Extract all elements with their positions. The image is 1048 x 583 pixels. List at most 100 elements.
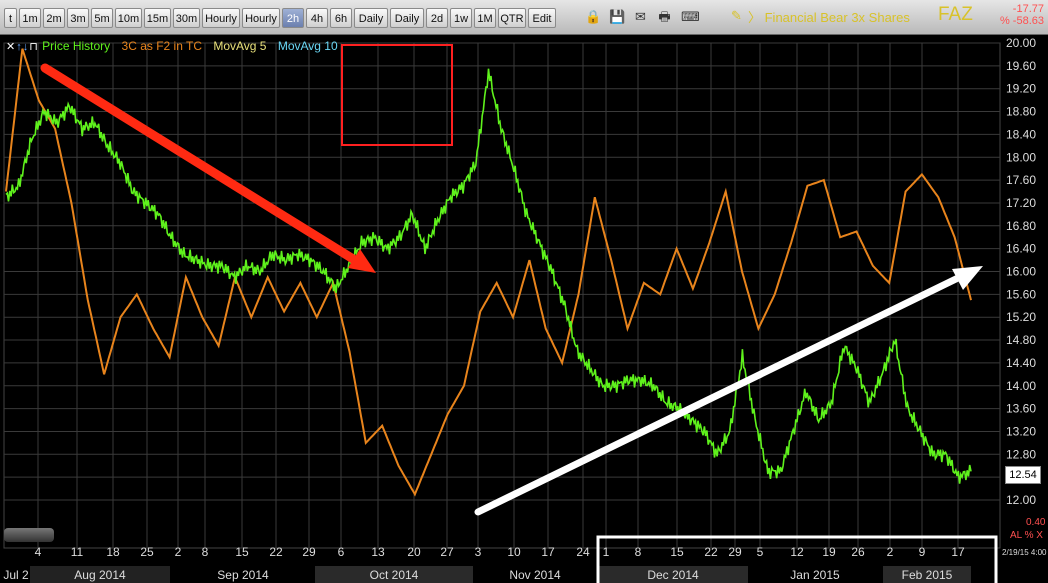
y-tick-label: 13.60 — [1006, 402, 1036, 416]
x-tick-label: 20 — [407, 545, 421, 559]
timeframe-button-12[interactable]: 6h — [330, 8, 352, 28]
timeframe-button-15[interactable]: 2d — [426, 8, 448, 28]
last-price-tag: 12.54 — [1005, 466, 1041, 484]
y-tick-label: 16.80 — [1006, 219, 1036, 233]
y-tick-label: 18.80 — [1006, 105, 1036, 119]
x-tick-label: 12 — [790, 545, 804, 559]
x-tick-label: 4 — [35, 545, 42, 559]
close-icon[interactable]: ✕ — [6, 41, 15, 53]
x-tick-label: 17 — [951, 545, 965, 559]
x-tick-label: 8 — [635, 545, 642, 559]
timeframe-button-13[interactable]: Daily — [354, 8, 388, 28]
month-label: Jul 2 — [3, 568, 29, 582]
y-tick-label: 16.00 — [1006, 265, 1036, 279]
y-tick-label: 13.20 — [1006, 424, 1036, 438]
save-icon[interactable]: 💾 — [609, 10, 625, 24]
instrument-title: 〉 Financial Bear 3x Shares — [748, 10, 910, 25]
timestamp: 2/19/15 4:00 — [1002, 548, 1047, 557]
timeframe-button-4[interactable]: 5m — [91, 8, 113, 28]
timeframe-button-0[interactable]: t — [4, 8, 17, 28]
x-tick-label: 29 — [302, 545, 316, 559]
month-label: Oct 2014 — [370, 568, 419, 582]
month-label: Nov 2014 — [509, 568, 561, 582]
legend-3c-indicator[interactable]: 3C as F2 in TC — [122, 39, 202, 53]
x-tick-label: 19 — [822, 545, 836, 559]
y-tick-label: 12.00 — [1006, 493, 1036, 507]
month-label: Dec 2014 — [647, 568, 699, 582]
keyboard-icon[interactable]: ⌨ — [681, 10, 700, 24]
timeframe-button-11[interactable]: 4h — [306, 8, 328, 28]
timeframe-button-18[interactable]: QTR — [498, 8, 526, 28]
pin-icon[interactable]: ⊓ — [29, 41, 38, 53]
scale-mode-label[interactable]: AL % X — [1010, 530, 1043, 541]
y-tick-label: 15.20 — [1006, 310, 1036, 324]
month-label: Aug 2014 — [74, 568, 126, 582]
x-tick-label: 27 — [440, 545, 454, 559]
y-tick-label: 14.80 — [1006, 333, 1036, 347]
mail-icon[interactable]: ✉ — [633, 10, 648, 24]
timeframe-button-8[interactable]: Hourly — [202, 8, 240, 28]
timeframe-button-19[interactable]: Edit — [528, 8, 556, 28]
x-tick-label: 15 — [670, 545, 684, 559]
month-label: Sep 2014 — [217, 568, 269, 582]
timeframe-button-17[interactable]: 1M — [474, 8, 496, 28]
timeframe-button-14[interactable]: Daily — [390, 8, 424, 28]
timeframe-button-2[interactable]: 2m — [43, 8, 65, 28]
timeframe-button-9[interactable]: Hourly — [242, 8, 280, 28]
x-tick-label: 2 — [175, 545, 182, 559]
y-tick-label: 18.00 — [1006, 150, 1036, 164]
y-tick-label: 19.20 — [1006, 82, 1036, 96]
month-label: Jan 2015 — [790, 568, 840, 582]
x-tick-label: 22 — [269, 545, 283, 559]
change-percent: % -58.63 — [999, 15, 1044, 27]
x-tick-label: 10 — [507, 545, 521, 559]
x-tick-label: 13 — [371, 545, 385, 559]
y-tick-label: 15.60 — [1006, 287, 1036, 301]
change-value: -17.77 — [1012, 3, 1044, 15]
y-tick-label: 17.60 — [1006, 173, 1036, 187]
legend-movavg-5[interactable]: MovAvg 5 — [213, 39, 266, 53]
lock-icon[interactable]: 🔒 — [585, 10, 601, 24]
timeframe-button-10[interactable]: 2h — [282, 8, 304, 28]
x-tick-label: 1 — [603, 545, 610, 559]
timeframe-button-3[interactable]: 3m — [67, 8, 89, 28]
y-tick-label: 18.40 — [1006, 127, 1036, 141]
price-change: -17.77 % -58.63 — [1000, 3, 1044, 27]
arrow-down-icon[interactable]: ↓ — [23, 41, 29, 53]
x-tick-label: 9 — [919, 545, 926, 559]
timeframe-button-7[interactable]: 30m — [173, 8, 200, 28]
x-tick-label: 11 — [71, 545, 84, 559]
y-tick-label: 20.00 — [1006, 36, 1036, 50]
y-tick-label: 16.40 — [1006, 242, 1036, 256]
legend-price-history[interactable]: Price History — [42, 39, 110, 53]
x-tick-label: 15 — [235, 545, 249, 559]
indicator-low-label: 0.40 — [1026, 517, 1046, 528]
x-tick-label: 22 — [704, 545, 718, 559]
x-tick-label: 26 — [851, 545, 865, 559]
timeframe-button-5[interactable]: 10m — [115, 8, 142, 28]
chart-legend: ✕↑↓⊓ Price History 3C as F2 in TC MovAvg… — [6, 39, 346, 53]
print-icon[interactable]: 🖶 — [657, 10, 672, 24]
y-tick-label: 14.40 — [1006, 356, 1036, 370]
price-chart[interactable]: 4 11 18 25 2 8 15 22 29 6 13 20 27 3 10 17 24 1 8 15 22 29 5 12… — [0, 35, 1048, 583]
x-tick-label: 2 — [887, 545, 894, 559]
scroll-handle[interactable] — [4, 528, 54, 542]
y-tick-label: 19.60 — [1006, 59, 1036, 73]
y-tick-label: 17.20 — [1006, 196, 1036, 210]
x-tick-label: 8 — [202, 545, 209, 559]
x-tick-label: 24 — [576, 545, 590, 559]
month-label: Feb 2015 — [902, 568, 953, 582]
timeframe-button-1[interactable]: 1m — [19, 8, 41, 28]
x-tick-label: 3 — [475, 545, 482, 559]
legend-movavg-10[interactable]: MovAvg 10 — [278, 39, 338, 53]
x-tick-label: 18 — [106, 545, 120, 559]
timeframe-button-6[interactable]: 15m — [144, 8, 171, 28]
arrow-up-icon[interactable]: ↑ — [16, 41, 22, 53]
x-tick-label: 5 — [757, 545, 764, 559]
timeframe-button-16[interactable]: 1w — [450, 8, 472, 28]
x-tick-label: 25 — [140, 545, 154, 559]
x-tick-label: 29 — [728, 545, 742, 559]
pencil-icon[interactable]: ✎ — [731, 8, 742, 24]
y-tick-label: 12.80 — [1006, 447, 1036, 461]
ticker-symbol: FAZ — [938, 4, 973, 25]
